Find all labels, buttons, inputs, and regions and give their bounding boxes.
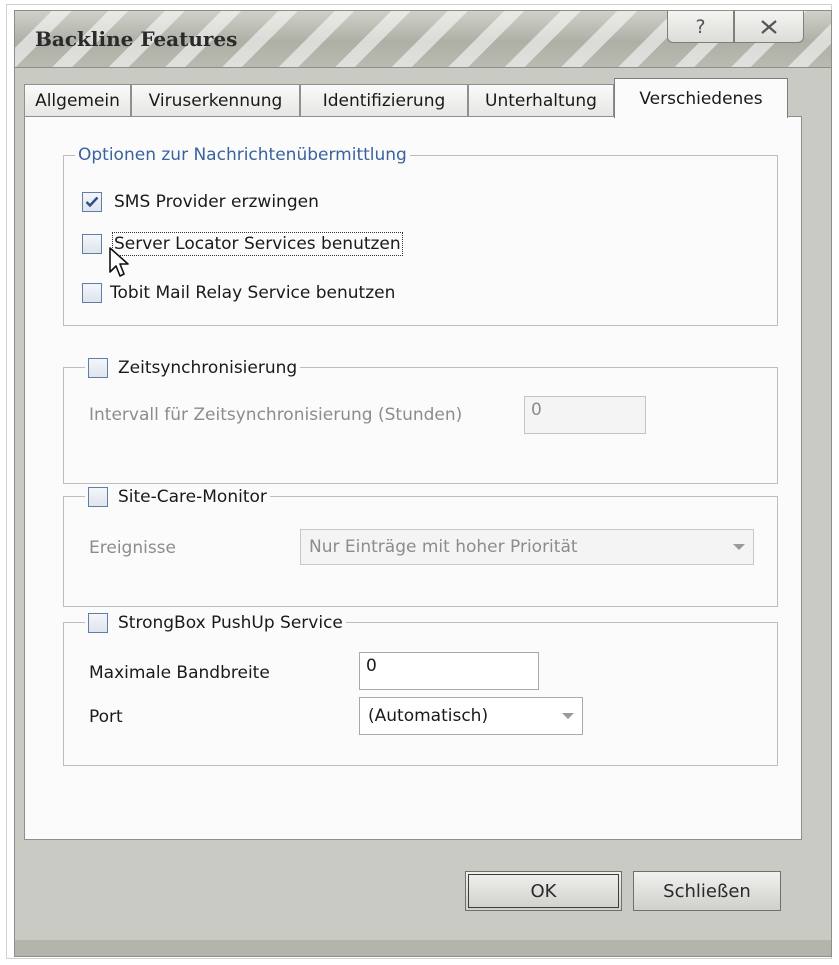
sms-provider-label: SMS Provider erzwingen <box>114 192 319 212</box>
timesync-title[interactable]: Zeitsynchronisierung <box>85 356 301 380</box>
timesync-checkbox[interactable] <box>88 358 108 378</box>
mail-relay-option[interactable]: Tobit Mail Relay Service benutzen <box>82 283 395 303</box>
sitecare-label: Site-Care-Monitor <box>118 487 267 507</box>
events-select[interactable]: Nur Einträge mit hoher Priorität <box>300 529 754 565</box>
bandwidth-label: Maximale Bandbreite <box>89 663 270 683</box>
strongbox-title[interactable]: StrongBox PushUp Service <box>85 611 346 635</box>
close-dialog-button[interactable]: Schließen <box>633 871 781 911</box>
window-bottom-edge <box>14 940 832 957</box>
strongbox-group <box>63 622 778 766</box>
sms-provider-option[interactable]: SMS Provider erzwingen <box>82 192 319 212</box>
title-bar: Backline Features ? <box>14 10 832 68</box>
messaging-options-title: Optionen zur Nachrichtenübermittlung <box>75 144 410 166</box>
chevron-down-icon <box>562 713 574 719</box>
strongbox-label: StrongBox PushUp Service <box>118 613 343 633</box>
tab-unterhaltung[interactable]: Unterhaltung <box>468 84 614 116</box>
strongbox-checkbox[interactable] <box>88 613 108 633</box>
checkmark-icon <box>85 196 99 208</box>
mouse-cursor-icon <box>109 247 129 277</box>
close-icon <box>761 19 777 34</box>
tab-label: Unterhaltung <box>485 90 597 111</box>
sms-provider-checkbox[interactable] <box>82 192 102 212</box>
events-label: Ereignisse <box>89 538 177 558</box>
mail-relay-checkbox[interactable] <box>82 283 102 303</box>
sitecare-title[interactable]: Site-Care-Monitor <box>85 485 270 509</box>
timesync-label: Zeitsynchronisierung <box>118 358 298 378</box>
tab-panel: Optionen zur Nachrichtenübermittlung SMS… <box>24 116 802 840</box>
help-button[interactable]: ? <box>667 11 734 43</box>
timesync-group <box>63 367 778 484</box>
mail-relay-label: Tobit Mail Relay Service benutzen <box>110 283 396 303</box>
tab-identifizierung[interactable]: Identifizierung <box>300 84 468 116</box>
chevron-down-icon <box>733 544 745 550</box>
tab-viruserkennung[interactable]: Viruserkennung <box>131 84 300 116</box>
tab-allgemein[interactable]: Allgemein <box>24 84 131 116</box>
server-locator-label: Server Locator Services benutzen <box>112 232 403 256</box>
tab-label: Viruserkennung <box>148 90 283 111</box>
interval-label: Intervall für Zeitsynchronisierung (Stun… <box>89 405 463 425</box>
close-button[interactable] <box>734 11 804 43</box>
help-icon: ? <box>695 15 706 38</box>
bandwidth-input[interactable]: 0 <box>359 652 539 690</box>
tab-verschiedenes[interactable]: Verschiedenes <box>614 78 788 118</box>
server-locator-checkbox[interactable] <box>82 234 102 254</box>
tab-label: Identifizierung <box>322 90 446 111</box>
window-title: Backline Features <box>35 27 238 51</box>
interval-input[interactable]: 0 <box>524 396 646 434</box>
sitecare-checkbox[interactable] <box>88 487 108 507</box>
tab-label: Allgemein <box>35 90 120 111</box>
port-label: Port <box>89 707 123 727</box>
ok-button[interactable]: OK <box>465 871 622 911</box>
port-select[interactable]: (Automatisch) <box>359 697 583 735</box>
tab-label: Verschiedenes <box>639 88 763 109</box>
